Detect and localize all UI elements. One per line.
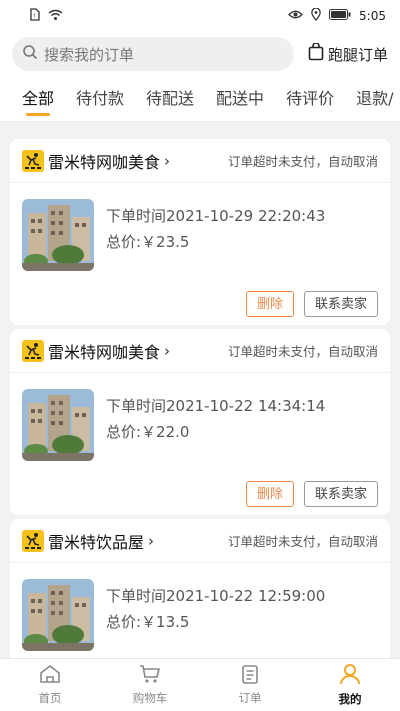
search-row: 搜索我的订单 跑腿订单 bbox=[0, 32, 400, 76]
order-total: 总价:￥13.5 bbox=[106, 613, 190, 631]
search-placeholder: 搜索我的订单 bbox=[44, 45, 135, 64]
tab-pending-delivery[interactable]: 待配送 bbox=[146, 76, 194, 121]
order-card-footer: 删除 联系卖家 bbox=[10, 283, 390, 325]
order-time: 下单时间2021-10-29 22:20:43 bbox=[106, 207, 326, 225]
user-icon bbox=[339, 663, 361, 688]
order-thumbnail bbox=[22, 389, 94, 461]
order-card-header: 雷米特饮品屋 › 订单超时未支付，自动取消 bbox=[10, 519, 390, 563]
shop-logo-icon bbox=[22, 339, 44, 362]
order-thumbnail bbox=[22, 199, 94, 271]
order-status: 订单超时未支付，自动取消 bbox=[227, 154, 378, 169]
shop-logo-icon bbox=[22, 529, 44, 552]
location-icon bbox=[311, 7, 321, 24]
tab-pending-payment[interactable]: 待付款 bbox=[76, 76, 124, 121]
shop-name-link[interactable]: 雷米特网咖美食 bbox=[48, 149, 160, 173]
order-icon bbox=[240, 664, 260, 687]
eye-icon bbox=[288, 9, 303, 23]
shop-name-link[interactable]: 雷米特饮品屋 bbox=[48, 529, 144, 553]
errand-orders-label: 跑腿订单 bbox=[327, 45, 388, 64]
order-card-body[interactable]: 下单时间2021-10-29 22:20:43 总价:￥23.5 bbox=[10, 183, 390, 283]
shop-logo-icon bbox=[22, 149, 44, 172]
order-time: 下单时间2021-10-22 14:34:14 bbox=[106, 397, 326, 415]
order-card: 雷米特饮品屋 › 订单超时未支付，自动取消 下单时间2021-10-22 12:… bbox=[10, 519, 390, 658]
clock-time: 5:05 bbox=[359, 9, 386, 23]
chevron-right-icon: › bbox=[164, 341, 171, 360]
wifi-icon bbox=[48, 9, 63, 24]
sim-icon: ! bbox=[30, 8, 40, 24]
tabbar-mine-label: 我的 bbox=[338, 692, 362, 706]
search-input[interactable]: 搜索我的订单 bbox=[12, 37, 294, 71]
shop-name-link[interactable]: 雷米特网咖美食 bbox=[48, 339, 160, 363]
tabbar-cart-label: 购物车 bbox=[132, 691, 168, 705]
order-card-header: 雷米特网咖美食 › 订单超时未支付，自动取消 bbox=[10, 139, 390, 183]
order-list: 雷米特网咖美食 › 订单超时未支付，自动取消 下单时间2021-10-29 22… bbox=[0, 122, 400, 658]
tab-pending-review[interactable]: 待评价 bbox=[286, 76, 334, 121]
order-card-body[interactable]: 下单时间2021-10-22 14:34:14 总价:￥22.0 bbox=[10, 373, 390, 473]
status-bar: ! 5:05 bbox=[0, 0, 400, 32]
order-card-body[interactable]: 下单时间2021-10-22 12:59:00 总价:￥13.5 bbox=[10, 563, 390, 658]
tabbar-mine[interactable]: 我的 bbox=[300, 659, 400, 711]
delete-order-button[interactable]: 删除 bbox=[245, 481, 294, 507]
order-total: 总价:￥23.5 bbox=[106, 233, 190, 251]
cart-icon bbox=[139, 664, 161, 687]
delete-order-button[interactable]: 删除 bbox=[245, 291, 294, 317]
order-thumbnail bbox=[22, 579, 94, 651]
contact-seller-button[interactable]: 联系卖家 bbox=[303, 291, 378, 317]
order-card-header: 雷米特网咖美食 › 订单超时未支付，自动取消 bbox=[10, 329, 390, 373]
chevron-right-icon: › bbox=[148, 531, 155, 550]
order-total: 总价:￥22.0 bbox=[106, 423, 190, 441]
tabbar-orders-label: 订单 bbox=[238, 691, 262, 705]
home-icon bbox=[39, 664, 61, 687]
order-status-tabs: 全部 待付款 待配送 配送中 待评价 退款/ bbox=[0, 76, 400, 122]
tabbar-cart[interactable]: 购物车 bbox=[100, 659, 200, 711]
errand-orders-button[interactable]: 跑腿订单 bbox=[308, 42, 388, 65]
search-icon bbox=[22, 44, 38, 64]
bottom-tab-bar: 首页 购物车 订单 我的 bbox=[0, 658, 400, 711]
order-card-footer: 删除 联系卖家 bbox=[10, 473, 390, 515]
order-status: 订单超时未支付，自动取消 bbox=[227, 534, 378, 549]
tabbar-home[interactable]: 首页 bbox=[0, 659, 100, 711]
chevron-right-icon: › bbox=[164, 151, 171, 170]
tab-delivering[interactable]: 配送中 bbox=[216, 76, 264, 121]
order-card: 雷米特网咖美食 › 订单超时未支付，自动取消 下单时间2021-10-29 22… bbox=[10, 139, 390, 325]
contact-seller-button[interactable]: 联系卖家 bbox=[303, 481, 378, 507]
tabbar-home-label: 首页 bbox=[38, 691, 62, 705]
tabbar-orders[interactable]: 订单 bbox=[200, 659, 300, 711]
order-status: 订单超时未支付，自动取消 bbox=[227, 344, 378, 359]
tab-refund[interactable]: 退款/ bbox=[356, 76, 393, 121]
battery-icon bbox=[329, 9, 351, 23]
bag-icon bbox=[308, 42, 324, 65]
svg-text:!: ! bbox=[33, 13, 35, 20]
order-time: 下单时间2021-10-22 12:59:00 bbox=[106, 587, 326, 605]
order-card: 雷米特网咖美食 › 订单超时未支付，自动取消 下单时间2021-10-22 14… bbox=[10, 329, 390, 515]
tab-all[interactable]: 全部 bbox=[22, 76, 54, 121]
